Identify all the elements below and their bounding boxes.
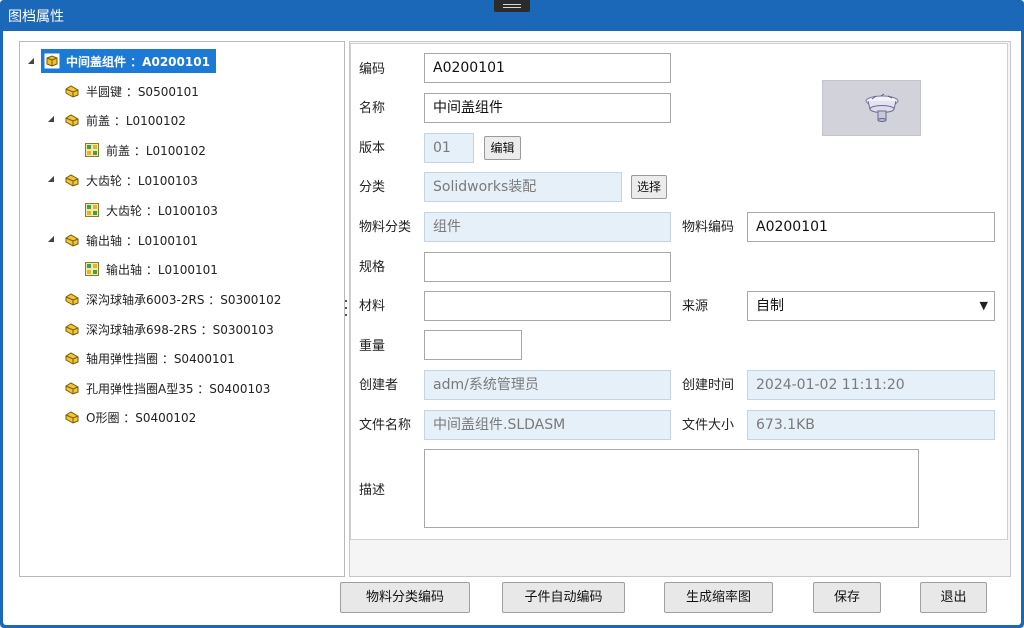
- material-category-code-button[interactable]: 物料分类编码: [340, 582, 470, 613]
- child-auto-code-button[interactable]: 子件自动编码: [502, 582, 625, 613]
- part-icon: [85, 262, 99, 276]
- material-code-label: 物料编码: [682, 220, 735, 235]
- thumbnail-image: [865, 93, 899, 122]
- properties-window: 图档属性 ◢ 中间盖组件 ：A0200101 半圆键 ：S0500101 ◢ 前…: [0, 0, 1024, 628]
- edit-version-button[interactable]: 编辑: [484, 136, 521, 160]
- tree-item-label: 前盖 ：L0100102: [86, 113, 186, 128]
- tree-item[interactable]: 输出轴 ：L0100101: [64, 228, 198, 252]
- tree-item[interactable]: O形圈 ：S0400102: [64, 405, 196, 429]
- spec-input[interactable]: [424, 252, 671, 282]
- tree-item-label: 半圆键 ：S0500101: [86, 84, 199, 99]
- tree-item-label: 中间盖组件 ：A0200101: [66, 54, 210, 69]
- tree-item-label: 输出轴 ：L0100101: [86, 233, 198, 248]
- creator-label: 创建者: [359, 378, 399, 393]
- spec-label: 规格: [359, 260, 386, 275]
- material-category-label: 物料分类: [359, 220, 412, 235]
- assembly-icon: [65, 234, 79, 247]
- tree-item-label: O形圈 ：S0400102: [86, 410, 197, 425]
- assembly-icon: [65, 174, 79, 187]
- collapse-arrow-icon[interactable]: ◢: [46, 234, 56, 244]
- category-label: 分类: [359, 180, 386, 195]
- category-input[interactable]: Solidworks装配: [424, 172, 622, 202]
- tree-item-label: 大齿轮 ：L0100103: [86, 173, 198, 188]
- file-name-input[interactable]: 中间盖组件.SLDASM: [424, 410, 671, 440]
- tree-item-label: 前盖 ：L0100102: [106, 143, 206, 158]
- tree-item-label: 轴用弹性挡圈 ：S0400101: [86, 351, 235, 366]
- assembly-icon: [65, 114, 79, 127]
- version-label: 版本: [359, 141, 386, 156]
- dropdown-arrow-icon[interactable]: ▼: [980, 292, 988, 320]
- source-label: 来源: [682, 299, 709, 314]
- material-code-input[interactable]: A0200101: [747, 212, 995, 242]
- title-bar[interactable]: 图档属性: [0, 0, 1024, 31]
- tree-item[interactable]: 轴用弹性挡圈 ：S0400101: [64, 346, 235, 370]
- tree-item-label: 孔用弹性挡圈A型35 ：S0400103: [86, 381, 271, 396]
- collapse-arrow-icon[interactable]: ◢: [46, 114, 56, 124]
- window-client: ◢ 中间盖组件 ：A0200101 半圆键 ：S0500101 ◢ 前盖 ：L0…: [3, 31, 1021, 625]
- description-textarea[interactable]: [424, 449, 919, 528]
- tree-item-label: 深沟球轴承698-2RS ：S0300103: [86, 322, 274, 337]
- window-title: 图档属性: [8, 9, 64, 25]
- file-size-input[interactable]: 673.1KB: [747, 410, 995, 440]
- generate-thumbnail-button[interactable]: 生成缩率图: [664, 582, 773, 613]
- tree-item[interactable]: 输出轴 ：L0100101: [84, 257, 218, 281]
- source-select[interactable]: 自制 ▼: [747, 291, 995, 321]
- material-label: 材料: [359, 299, 386, 314]
- tree-item[interactable]: 大齿轮 ：L0100103: [64, 168, 198, 192]
- drag-handle-icon[interactable]: [494, 0, 530, 12]
- tree-item[interactable]: 深沟球轴承698-2RS ：S0300103: [64, 317, 274, 341]
- assembly-icon: [65, 293, 79, 306]
- assembly-icon: [65, 382, 79, 395]
- tree-item[interactable]: 深沟球轴承6003-2RS ：S0300102: [64, 287, 281, 311]
- code-input[interactable]: A0200101: [424, 53, 671, 83]
- name-input[interactable]: 中间盖组件: [424, 93, 671, 123]
- tree-item-label: 输出轴 ：L0100101: [106, 262, 218, 277]
- tree-item[interactable]: 前盖 ：L0100102: [84, 138, 206, 162]
- assembly-icon: [44, 53, 60, 69]
- collapse-arrow-icon[interactable]: ◢: [26, 56, 36, 66]
- code-label: 编码: [359, 62, 386, 77]
- tree-item-label: 大齿轮 ：L0100103: [106, 203, 218, 218]
- version-input[interactable]: 01: [424, 133, 474, 163]
- select-category-button[interactable]: 选择: [631, 175, 667, 199]
- creator-input[interactable]: adm/系统管理员: [424, 370, 671, 400]
- weight-label: 重量: [359, 339, 386, 354]
- material-category-input[interactable]: 组件: [424, 212, 671, 242]
- created-time-label: 创建时间: [682, 378, 735, 393]
- tree-item-root[interactable]: 中间盖组件 ：A0200101: [41, 49, 216, 73]
- tree-item-label: 深沟球轴承6003-2RS ：S0300102: [86, 292, 282, 307]
- assembly-icon: [65, 323, 79, 336]
- file-size-label: 文件大小: [682, 418, 735, 433]
- name-label: 名称: [359, 101, 386, 116]
- tree-item[interactable]: 前盖 ：L0100102: [64, 108, 186, 132]
- description-label: 描述: [359, 483, 386, 498]
- collapse-arrow-icon[interactable]: ◢: [46, 174, 56, 184]
- part-icon: [85, 143, 99, 157]
- tree-item[interactable]: 半圆键 ：S0500101: [64, 79, 199, 103]
- material-input[interactable]: [424, 291, 671, 321]
- part-icon: [85, 203, 99, 217]
- panel-splitter[interactable]: [344, 300, 348, 316]
- file-name-label: 文件名称: [359, 418, 412, 433]
- bom-tree[interactable]: ◢ 中间盖组件 ：A0200101 半圆键 ：S0500101 ◢ 前盖 ：L0…: [19, 41, 345, 577]
- source-selected-value: 自制: [756, 298, 784, 314]
- assembly-icon: [65, 352, 79, 365]
- save-button[interactable]: 保存: [813, 582, 881, 613]
- assembly-icon: [65, 411, 79, 424]
- exit-button[interactable]: 退出: [920, 582, 987, 613]
- created-time-input[interactable]: 2024-01-02 11:11:20: [747, 370, 995, 400]
- model-thumbnail: [822, 80, 921, 136]
- weight-input[interactable]: [424, 330, 522, 360]
- assembly-icon: [65, 85, 79, 98]
- tree-item[interactable]: 孔用弹性挡圈A型35 ：S0400103: [64, 376, 270, 400]
- tree-item[interactable]: 大齿轮 ：L0100103: [84, 198, 218, 222]
